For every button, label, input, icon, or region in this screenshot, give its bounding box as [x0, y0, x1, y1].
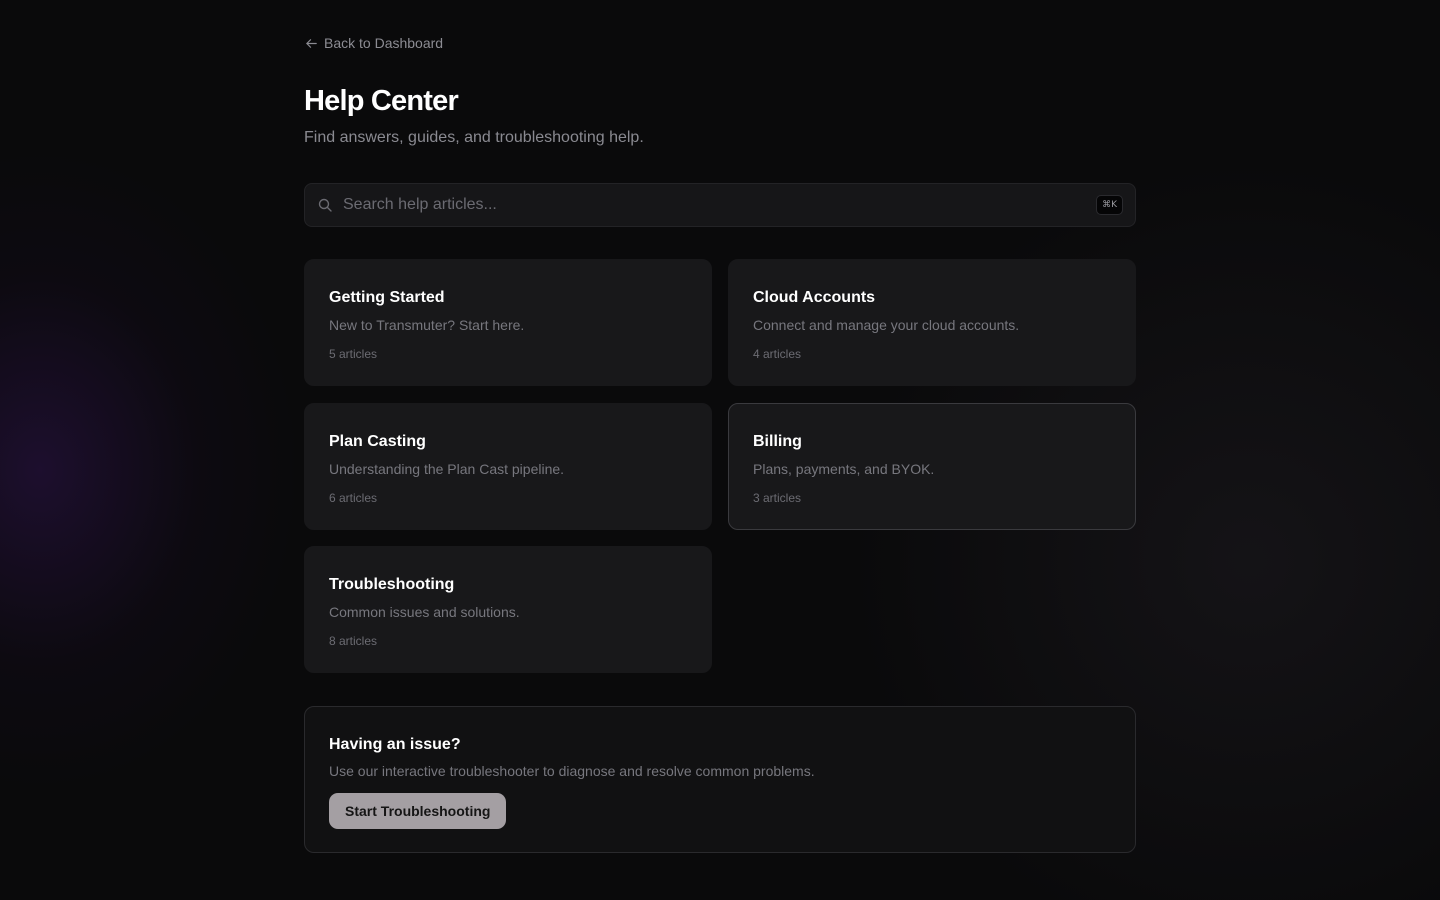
category-title: Plan Casting	[329, 433, 426, 450]
category-title: Billing	[753, 433, 802, 450]
category-card-plan-casting[interactable]: Plan Casting Understanding the Plan Cast…	[304, 403, 712, 530]
category-card-getting-started[interactable]: Getting Started New to Transmuter? Start…	[304, 259, 712, 386]
troubleshooter-title: Having an issue?	[329, 736, 461, 753]
category-article-count: 4 articles	[753, 347, 802, 361]
category-article-count: 6 articles	[329, 491, 378, 505]
troubleshooter-description: Use our interactive troubleshooter to di…	[329, 763, 815, 779]
page-title: Help Center	[304, 85, 459, 117]
back-link-label: Back to Dashboard	[324, 35, 444, 51]
back-to-dashboard-link[interactable]: Back to Dashboard	[304, 33, 443, 53]
start-troubleshooting-button[interactable]: Start Troubleshooting	[329, 793, 507, 829]
category-title: Getting Started	[329, 289, 445, 306]
page-subtitle: Find answers, guides, and troubleshootin…	[304, 129, 644, 146]
category-description: Common issues and solutions.	[329, 604, 520, 620]
category-article-count: 5 articles	[329, 347, 378, 361]
category-description: Understanding the Plan Cast pipeline.	[329, 461, 565, 477]
category-card-cloud-accounts[interactable]: Cloud Accounts Connect and manage your c…	[728, 259, 1136, 386]
category-article-count: 3 articles	[753, 491, 802, 505]
category-article-count: 8 articles	[329, 634, 378, 648]
category-description: New to Transmuter? Start here.	[329, 317, 525, 333]
category-card-troubleshooting[interactable]: Troubleshooting Common issues and soluti…	[304, 546, 712, 673]
troubleshooter-panel: Having an issue? Use our interactive tro…	[304, 706, 1136, 853]
search-icon	[318, 198, 332, 212]
search-bar[interactable]: ⌘K	[304, 183, 1136, 227]
category-title: Troubleshooting	[329, 576, 455, 593]
keyboard-shortcut-badge: ⌘K	[1096, 195, 1123, 215]
arrow-left-icon	[306, 38, 317, 48]
search-input[interactable]	[343, 196, 1097, 214]
category-card-billing[interactable]: Billing Plans, payments, and BYOK. 3 art…	[728, 403, 1136, 530]
category-description: Connect and manage your cloud accounts.	[753, 317, 1020, 333]
category-description: Plans, payments, and BYOK.	[753, 461, 935, 477]
category-title: Cloud Accounts	[753, 289, 876, 306]
